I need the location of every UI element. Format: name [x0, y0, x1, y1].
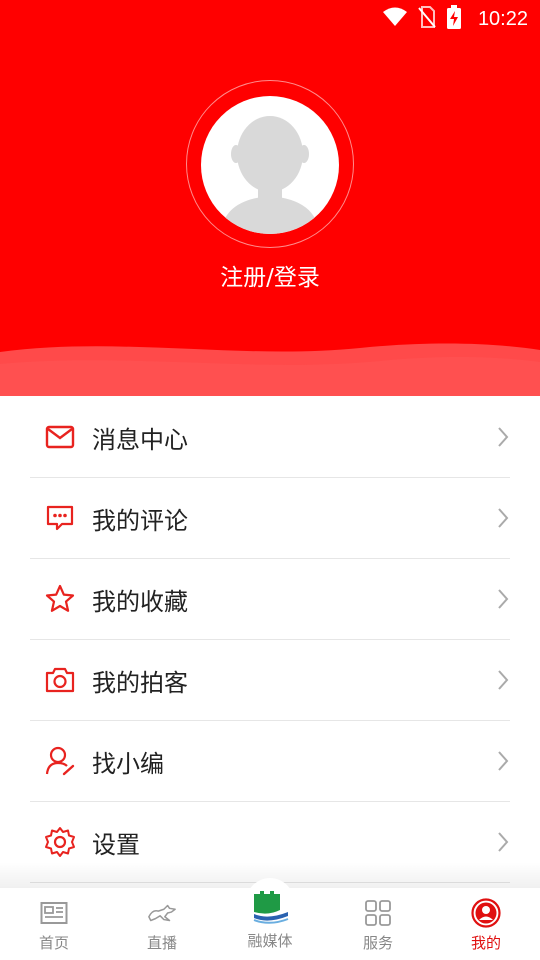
- menu-item-label: 设置: [92, 830, 140, 859]
- no-sim-icon: [418, 5, 436, 33]
- gear-icon: [44, 826, 76, 858]
- wifi-icon: [382, 6, 408, 32]
- default-avatar-icon: [221, 116, 319, 234]
- battery-charging-icon: [446, 4, 462, 34]
- login-link[interactable]: 注册/登录: [0, 258, 540, 292]
- menu-item-label: 我的评论: [92, 506, 188, 535]
- nav-profile[interactable]: 我的: [432, 888, 540, 960]
- news-icon: [39, 898, 69, 928]
- nav-services[interactable]: 服务: [324, 888, 432, 960]
- nav-label: 我的: [470, 934, 501, 952]
- great-wall-icon: [250, 888, 290, 928]
- nav-media[interactable]: 融媒体: [216, 878, 324, 960]
- menu-item-photo-reporter[interactable]: 我的拍客: [30, 640, 510, 721]
- chevron-right-icon: [498, 508, 509, 528]
- horse-icon: [147, 898, 177, 928]
- nav-label: 首页: [38, 934, 69, 952]
- menu-list: 消息中心 我的评论 我的收藏 我的拍客 找小编 设置: [30, 397, 510, 883]
- avatar[interactable]: [201, 96, 339, 234]
- profile-header: 10:22 注册/登录: [0, 0, 540, 396]
- menu-item-label: 消息中心: [92, 425, 188, 454]
- nav-live[interactable]: 直播: [108, 888, 216, 960]
- chevron-right-icon: [498, 427, 509, 447]
- chevron-right-icon: [498, 832, 509, 852]
- bottom-nav: 首页 直播 融媒体 服务 我的: [0, 878, 540, 960]
- mail-icon: [44, 421, 76, 453]
- menu-item-find-editor[interactable]: 找小编: [30, 721, 510, 802]
- nav-label: 直播: [146, 934, 177, 952]
- menu-item-favorites[interactable]: 我的收藏: [30, 559, 510, 640]
- menu-item-comments[interactable]: 我的评论: [30, 478, 510, 559]
- user-edit-icon: [44, 745, 76, 777]
- menu-item-label: 我的收藏: [92, 587, 188, 616]
- comment-icon: [44, 502, 76, 534]
- header-wave: [0, 343, 540, 396]
- profile-icon: [471, 898, 501, 928]
- nav-home[interactable]: 首页: [0, 888, 108, 960]
- star-icon: [44, 583, 76, 615]
- clock: 10:22: [477, 7, 528, 30]
- grid-icon: [363, 898, 393, 928]
- menu-item-messages[interactable]: 消息中心: [30, 397, 510, 478]
- chevron-right-icon: [498, 589, 509, 609]
- menu-item-label: 我的拍客: [92, 668, 188, 697]
- menu-item-label: 找小编: [92, 749, 164, 778]
- status-bar: 10:22: [0, 0, 540, 36]
- camera-icon: [44, 664, 76, 696]
- chevron-right-icon: [498, 670, 509, 690]
- nav-label: 融媒体: [247, 932, 293, 950]
- nav-label: 服务: [362, 934, 393, 952]
- chevron-right-icon: [498, 751, 509, 771]
